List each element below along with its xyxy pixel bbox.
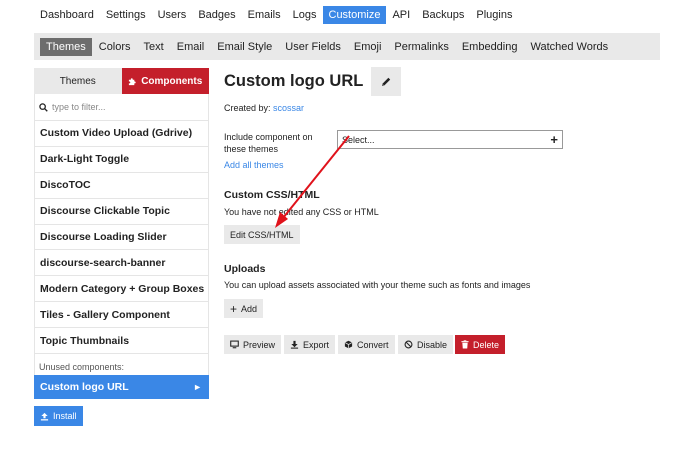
add-upload-button[interactable]: + Add bbox=[224, 299, 264, 318]
filter-input[interactable] bbox=[52, 102, 192, 112]
tab-themes[interactable]: Themes bbox=[34, 68, 122, 94]
preview-label: Preview bbox=[243, 339, 276, 350]
disable-button[interactable]: Disable bbox=[398, 335, 454, 354]
theme-select-placeholder: Select... bbox=[342, 134, 375, 145]
export-label: Export bbox=[303, 339, 330, 350]
export-button[interactable]: Export bbox=[284, 335, 336, 354]
created-by-label: Created by: bbox=[224, 103, 271, 113]
subnav-email-style[interactable]: Email Style bbox=[211, 38, 278, 56]
created-by-user-link[interactable]: scossar bbox=[273, 103, 304, 113]
chevron-right-icon: ► bbox=[193, 382, 202, 393]
sidebar-tabs: Themes Components bbox=[34, 68, 209, 94]
edit-name-button[interactable] bbox=[371, 67, 402, 96]
tab-components-label: Components bbox=[141, 75, 203, 87]
tab-themes-label: Themes bbox=[59, 75, 96, 87]
unused-component-selected[interactable]: Custom logo URL ► bbox=[34, 375, 209, 400]
component-item[interactable]: discourse-search-banner bbox=[35, 249, 208, 275]
created-by: Created by: scossar bbox=[224, 103, 304, 113]
unused-component-label: Custom logo URL bbox=[40, 381, 129, 394]
convert-button[interactable]: Convert bbox=[338, 335, 395, 354]
subnav-user-fields[interactable]: User Fields bbox=[279, 38, 347, 56]
admin-top-nav: Dashboard Settings Users Badges Emails L… bbox=[34, 6, 518, 24]
nav-emails[interactable]: Emails bbox=[242, 6, 287, 24]
subnav-embedding[interactable]: Embedding bbox=[456, 38, 524, 56]
component-item[interactable]: Tiles - Gallery Component bbox=[35, 301, 208, 327]
subnav-themes[interactable]: Themes bbox=[40, 37, 92, 56]
subnav-colors[interactable]: Colors bbox=[93, 38, 137, 56]
nav-plugins[interactable]: Plugins bbox=[470, 6, 518, 24]
nav-users[interactable]: Users bbox=[152, 6, 193, 24]
page-title: Custom logo URL bbox=[224, 72, 364, 90]
component-list: Custom Video Upload (Gdrive) Dark-Light … bbox=[34, 120, 209, 354]
component-item[interactable]: Custom Video Upload (Gdrive) bbox=[35, 120, 208, 146]
nav-customize[interactable]: Customize bbox=[322, 6, 387, 24]
install-button[interactable]: Install bbox=[34, 406, 83, 426]
title-row: Custom logo URL bbox=[224, 67, 664, 96]
component-detail: Custom logo URL Created by: scossar Incl… bbox=[224, 67, 664, 354]
add-all-themes-link[interactable]: Add all themes bbox=[224, 160, 284, 170]
component-item[interactable]: Discourse Clickable Topic bbox=[35, 197, 208, 224]
component-item[interactable]: DiscoTOC bbox=[35, 171, 208, 198]
theme-select[interactable]: Select... + bbox=[337, 130, 563, 149]
pencil-icon bbox=[382, 77, 391, 86]
unused-components-label: Unused components: bbox=[34, 353, 209, 376]
subnav-watched-words[interactable]: Watched Words bbox=[524, 38, 614, 56]
install-label: Install bbox=[53, 411, 77, 421]
search-icon bbox=[39, 102, 48, 112]
upload-icon bbox=[40, 412, 49, 420]
tab-components[interactable]: Components bbox=[121, 68, 209, 94]
disable-label: Disable bbox=[417, 339, 448, 350]
cube-icon bbox=[344, 340, 353, 349]
delete-button[interactable]: Delete bbox=[455, 335, 506, 354]
subnav-emoji[interactable]: Emoji bbox=[348, 38, 388, 56]
convert-label: Convert bbox=[357, 339, 389, 350]
component-item[interactable]: Topic Thumbnails bbox=[35, 327, 208, 353]
nav-settings[interactable]: Settings bbox=[100, 6, 152, 24]
component-item[interactable]: Modern Category + Group Boxes bbox=[35, 275, 208, 301]
desktop-icon bbox=[230, 340, 239, 349]
puzzle-icon bbox=[129, 77, 136, 85]
delete-label: Delete bbox=[473, 339, 500, 350]
customize-sub-nav: Themes Colors Text Email Email Style Use… bbox=[34, 33, 660, 60]
nav-logs[interactable]: Logs bbox=[287, 6, 323, 24]
component-item[interactable]: Discourse Loading Slider bbox=[35, 223, 208, 250]
subnav-permalinks[interactable]: Permalinks bbox=[388, 38, 454, 56]
ban-icon bbox=[404, 340, 413, 349]
include-label: Include component on these themes bbox=[224, 132, 313, 154]
add-upload-label: Add bbox=[241, 303, 258, 314]
css-section-text: You have not edited any CSS or HTML bbox=[224, 207, 379, 217]
component-item[interactable]: Dark-Light Toggle bbox=[35, 145, 208, 172]
download-icon bbox=[290, 340, 299, 349]
trash-icon bbox=[461, 340, 469, 349]
nav-badges[interactable]: Badges bbox=[192, 6, 241, 24]
themes-sidebar: Themes Components Custom Video Upload (G… bbox=[34, 68, 209, 400]
filter-box bbox=[34, 94, 209, 120]
nav-backups[interactable]: Backups bbox=[416, 6, 470, 24]
preview-button[interactable]: Preview bbox=[224, 335, 282, 354]
nav-dashboard[interactable]: Dashboard bbox=[34, 6, 100, 24]
plus-icon: + bbox=[230, 301, 238, 316]
nav-api[interactable]: API bbox=[386, 6, 416, 24]
subnav-email[interactable]: Email bbox=[171, 38, 211, 56]
edit-css-label: Edit CSS/HTML bbox=[230, 229, 294, 240]
uploads-section-text: You can upload assets associated with yo… bbox=[224, 280, 531, 290]
uploads-section-title: Uploads bbox=[224, 263, 266, 275]
subnav-text[interactable]: Text bbox=[138, 38, 170, 56]
css-section-title: Custom CSS/HTML bbox=[224, 189, 320, 201]
plus-icon: + bbox=[550, 132, 558, 147]
edit-css-button[interactable]: Edit CSS/HTML bbox=[224, 225, 300, 244]
